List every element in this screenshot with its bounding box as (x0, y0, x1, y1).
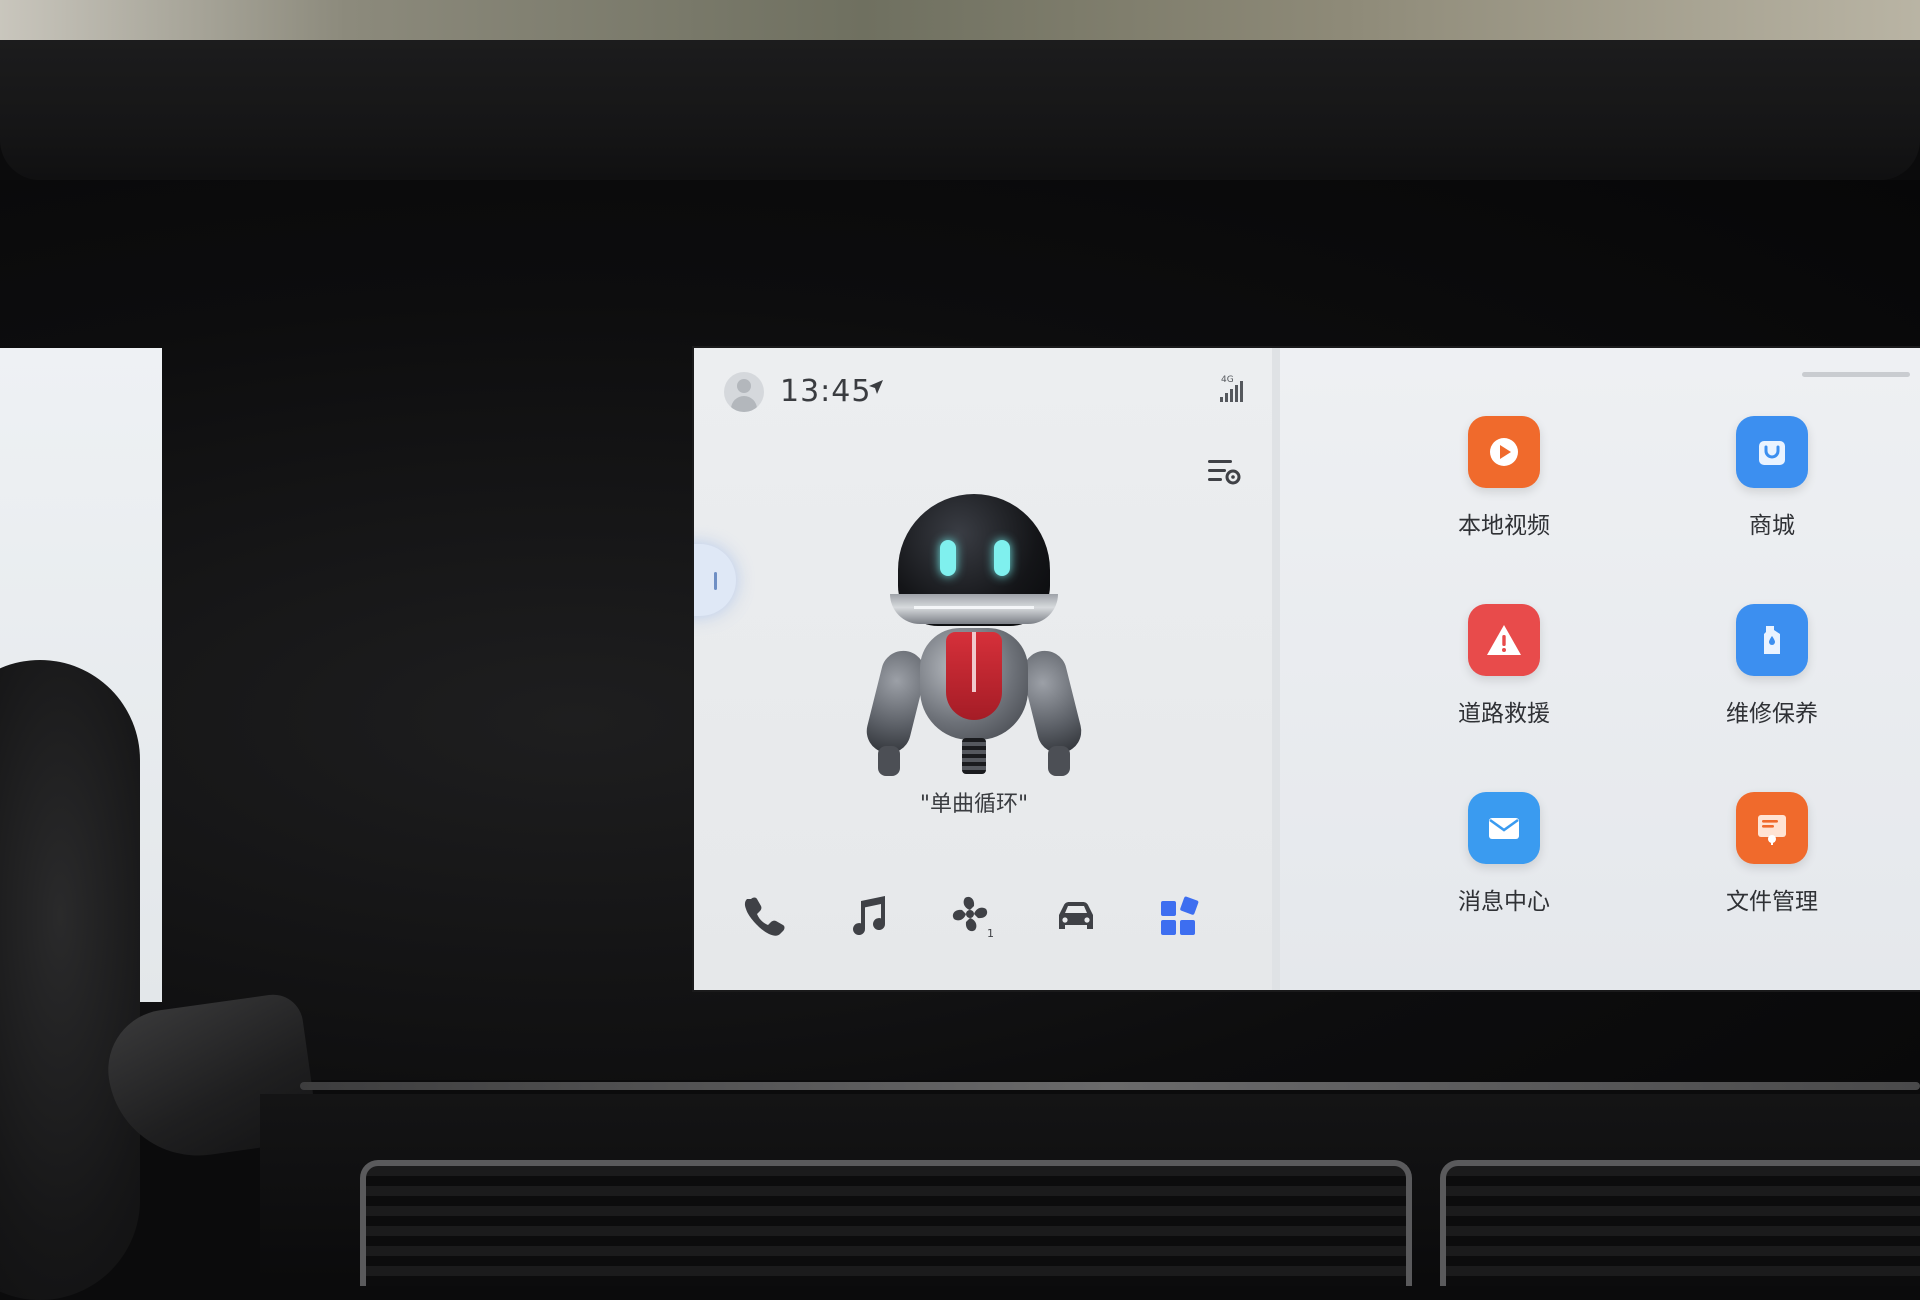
app-label: 维修保养 (1726, 701, 1818, 727)
network-type-label: 4G (1221, 375, 1234, 385)
dock-vehicle-button[interactable] (1046, 886, 1106, 946)
status-clock: 13:45 (780, 374, 872, 409)
app-label: 本地视频 (1458, 513, 1550, 539)
steering-wheel (0, 660, 140, 1300)
robot-left-eye (940, 540, 956, 576)
drag-handle[interactable] (1802, 372, 1910, 377)
bottom-dock: 1 (734, 886, 1204, 946)
dock-apps-button[interactable] (1150, 886, 1210, 946)
mail-envelope-icon (1468, 792, 1540, 864)
assistant-pane: 13:45 4G "单曲循环" 1 (694, 348, 1272, 990)
app-road-rescue[interactable]: 道路救援 (1424, 604, 1584, 734)
voice-assistant-robot[interactable] (862, 494, 1086, 794)
robot-right-eye (994, 540, 1010, 576)
robot-chest (946, 632, 1002, 720)
warning-triangle-icon (1468, 604, 1540, 676)
phone-icon (744, 897, 785, 936)
dashboard-top (0, 40, 1920, 180)
app-label: 消息中心 (1458, 889, 1550, 915)
dock-phone-button[interactable] (734, 886, 794, 946)
shopping-bag-icon (1736, 416, 1808, 488)
pane-divider (1272, 348, 1280, 990)
app-label: 道路救援 (1458, 701, 1550, 727)
infotainment-screen: 13:45 4G "单曲循环" 1 本地视频 商城 道路救援 维修保养 消息中心… (694, 348, 1920, 990)
user-avatar[interactable] (724, 372, 764, 412)
signal-strength-icon: 4G (1218, 375, 1244, 402)
app-maintenance[interactable]: 维修保养 (1692, 604, 1852, 734)
play-video-icon (1468, 416, 1540, 488)
assistant-caption: "单曲循环" (919, 792, 1029, 817)
app-label: 文件管理 (1726, 889, 1818, 915)
robot-visor-band (890, 594, 1058, 624)
robot-right-arm (1018, 646, 1086, 758)
location-arrow-icon (868, 379, 884, 400)
assistant-side-tab[interactable] (694, 544, 736, 616)
app-grid-pane: 本地视频 商城 道路救援 维修保养 消息中心 文件管理 (1280, 348, 1920, 990)
music-note-icon (853, 896, 886, 936)
robot-left-hand (878, 746, 900, 776)
oil-bottle-icon (1736, 604, 1808, 676)
dashboard-trim (300, 1082, 1920, 1090)
avatar-body (731, 396, 757, 412)
app-file-manager[interactable]: 文件管理 (1692, 792, 1852, 922)
air-vent-right (1440, 1160, 1920, 1286)
car-icon (1059, 902, 1093, 929)
fan-icon: 1 (952, 896, 994, 939)
avatar-head (737, 379, 751, 393)
app-message-center[interactable]: 消息中心 (1424, 792, 1584, 922)
app-mall[interactable]: 商城 (1692, 416, 1852, 546)
robot-right-hand (1048, 746, 1070, 776)
list-settings-icon[interactable] (1206, 456, 1242, 488)
dock-music-button[interactable] (838, 886, 898, 946)
robot-spring (962, 738, 986, 774)
app-local-video[interactable]: 本地视频 (1424, 416, 1584, 546)
air-vent-left (360, 1160, 1412, 1286)
dock-climate-button[interactable]: 1 (942, 886, 1002, 946)
file-folder-icon (1736, 792, 1808, 864)
svg-text:1: 1 (987, 927, 994, 939)
app-label: 商城 (1749, 513, 1795, 539)
apps-grid-icon (1161, 896, 1199, 935)
